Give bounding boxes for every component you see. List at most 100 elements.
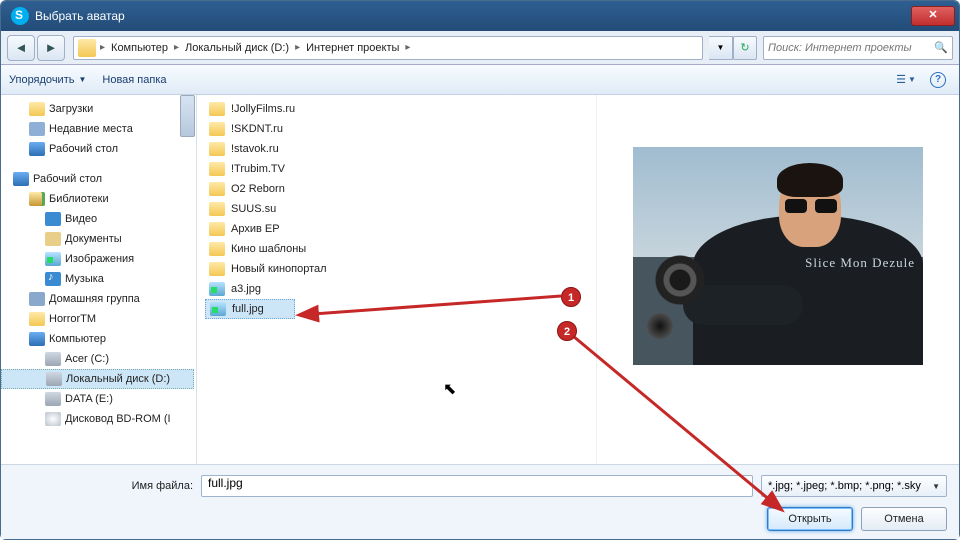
help-button[interactable]: ?: [925, 69, 951, 91]
file-item[interactable]: SUUS.su: [197, 199, 596, 219]
tree-item[interactable]: Музыка: [1, 269, 196, 289]
list-icon: ☰: [896, 73, 906, 86]
organize-menu[interactable]: Упорядочить ▼: [9, 74, 86, 86]
back-button[interactable]: ◄: [7, 35, 35, 61]
help-icon: ?: [930, 72, 946, 88]
file-item-label: !stavok.ru: [231, 143, 279, 155]
breadcrumb-dropdown[interactable]: ▼: [709, 36, 733, 60]
tree-item-label: Недавние места: [49, 123, 133, 135]
tree-item-label: Acer (C:): [65, 353, 109, 365]
tree-item[interactable]: Документы: [1, 229, 196, 249]
forward-button[interactable]: ►: [37, 35, 65, 61]
open-button[interactable]: Открыть: [767, 507, 853, 531]
chevron-right-icon: ▸: [405, 42, 410, 53]
crumb-computer[interactable]: Компьютер: [105, 42, 174, 54]
file-item[interactable]: !JollyFilms.ru: [197, 99, 596, 119]
filename-field-wrapper: [201, 475, 753, 497]
breadcrumb[interactable]: ▸ Компьютер ▸ Локальный диск (D:) ▸ Инте…: [73, 36, 703, 60]
file-item[interactable]: !stavok.ru: [197, 139, 596, 159]
tree-item[interactable]: Видео: [1, 209, 196, 229]
file-item[interactable]: Новый кинопортал: [197, 259, 596, 279]
image-icon: [209, 282, 225, 296]
file-item-label: SUUS.su: [231, 203, 276, 215]
tree-item[interactable]: Рабочий стол: [1, 169, 196, 189]
tree-item-label: Изображения: [65, 253, 134, 265]
tree-item[interactable]: Изображения: [1, 249, 196, 269]
annotation-badge-2: 2: [557, 321, 577, 341]
folder-icon: [78, 39, 96, 57]
tree-item[interactable]: Acer (C:): [1, 349, 196, 369]
file-item[interactable]: !Trubim.TV: [197, 159, 596, 179]
tree-item[interactable]: Домашняя группа: [1, 289, 196, 309]
tree-item-label: Дисковод BD-ROM (I: [65, 413, 171, 425]
dialog-footer: Имя файла: *.jpg; *.jpeg; *.bmp; *.png; …: [1, 464, 959, 539]
close-button[interactable]: ✕: [911, 6, 955, 26]
skype-icon: [11, 7, 29, 25]
ic-home-icon: [29, 292, 45, 306]
tree-item[interactable]: Недавние места: [1, 119, 196, 139]
folder-icon: [209, 102, 225, 116]
tree-item[interactable]: Рабочий стол: [1, 139, 196, 159]
tree-item[interactable]: Локальный диск (D:): [1, 369, 194, 389]
file-list[interactable]: !JollyFilms.ru!SKDNT.ru !stavok.ru !Trubim…: [197, 95, 597, 464]
chevron-down-icon: ▼: [908, 75, 916, 84]
ic-folder-icon: [29, 312, 45, 326]
crumb-folder[interactable]: Интернет проекты: [300, 42, 405, 54]
tree-item[interactable]: Дисковод BD-ROM (I: [1, 409, 196, 429]
ic-photo-icon: [45, 252, 61, 266]
file-type-filter[interactable]: *.jpg; *.jpeg; *.bmp; *.png; *.sky ▼: [761, 475, 947, 497]
tree-item[interactable]: DATA (E:): [1, 389, 196, 409]
file-item[interactable]: a3.jpg: [197, 279, 596, 299]
tree-item-label: HorrorTM: [49, 313, 96, 325]
tree-item[interactable]: Загрузки: [1, 99, 196, 119]
search-input[interactable]: [768, 42, 934, 54]
ic-hd-icon: [46, 372, 62, 386]
search-icon: 🔍: [934, 41, 948, 54]
filter-text: *.jpg; *.jpeg; *.bmp; *.png; *.sky: [768, 480, 932, 492]
refresh-button[interactable]: ↻: [733, 36, 757, 60]
file-item-label: O2 Reborn: [231, 183, 285, 195]
file-item[interactable]: Архив EP: [197, 219, 596, 239]
chevron-down-icon: ▼: [78, 75, 86, 84]
file-open-dialog: Выбрать аватар ✕ ◄ ► ▸ Компьютер ▸ Локал…: [0, 0, 960, 540]
ic-hd-icon: [45, 352, 61, 366]
file-item-label: Новый кинопортал: [231, 263, 327, 275]
ic-disc-icon: [45, 412, 61, 426]
file-item[interactable]: O2 Reborn: [197, 179, 596, 199]
tree-item[interactable]: Библиотеки: [1, 189, 196, 209]
tree-item-label: Рабочий стол: [33, 173, 102, 185]
image-icon: [210, 302, 226, 316]
ic-monitor-icon: [29, 142, 45, 156]
ic-monitor-icon: [13, 172, 29, 186]
ic-music-icon: [45, 272, 61, 286]
toolbar: Упорядочить ▼ Новая папка ☰▼ ?: [1, 65, 959, 95]
navigation-tree[interactable]: Загрузки Недавние места Рабочий стол Рабочи…: [1, 95, 197, 464]
search-box[interactable]: 🔍: [763, 36, 953, 60]
file-item-label: !Trubim.TV: [231, 163, 285, 175]
ic-folder-icon: [29, 102, 45, 116]
filename-input[interactable]: [208, 476, 746, 490]
cancel-button[interactable]: Отмена: [861, 507, 947, 531]
tree-item[interactable]: HorrorTM: [1, 309, 196, 329]
window-title: Выбрать аватар: [35, 9, 911, 23]
tree-item[interactable]: Компьютер: [1, 329, 196, 349]
folder-icon: [209, 182, 225, 196]
folder-icon: [209, 242, 225, 256]
folder-icon: [209, 222, 225, 236]
tree-item-label: Видео: [65, 213, 97, 225]
scrollbar-thumb[interactable]: [180, 95, 195, 137]
tree-item-label: Домашняя группа: [49, 293, 140, 305]
tree-item-label: Музыка: [65, 273, 104, 285]
titlebar: Выбрать аватар ✕: [1, 1, 959, 31]
preview-pane: Slice Mon Dezule: [597, 95, 959, 464]
filename-label: Имя файла:: [13, 480, 193, 492]
chevron-down-icon: ▼: [717, 43, 725, 52]
file-item[interactable]: full.jpg: [205, 299, 295, 319]
tree-item-label: Библиотеки: [49, 193, 109, 205]
file-item[interactable]: !SKDNT.ru: [197, 119, 596, 139]
view-mode-button[interactable]: ☰▼: [893, 69, 919, 91]
file-item[interactable]: Кино шаблоны: [197, 239, 596, 259]
new-folder-button[interactable]: Новая папка: [102, 74, 166, 86]
crumb-drive-d[interactable]: Локальный диск (D:): [179, 42, 295, 54]
arrow-left-icon: ◄: [15, 40, 28, 55]
